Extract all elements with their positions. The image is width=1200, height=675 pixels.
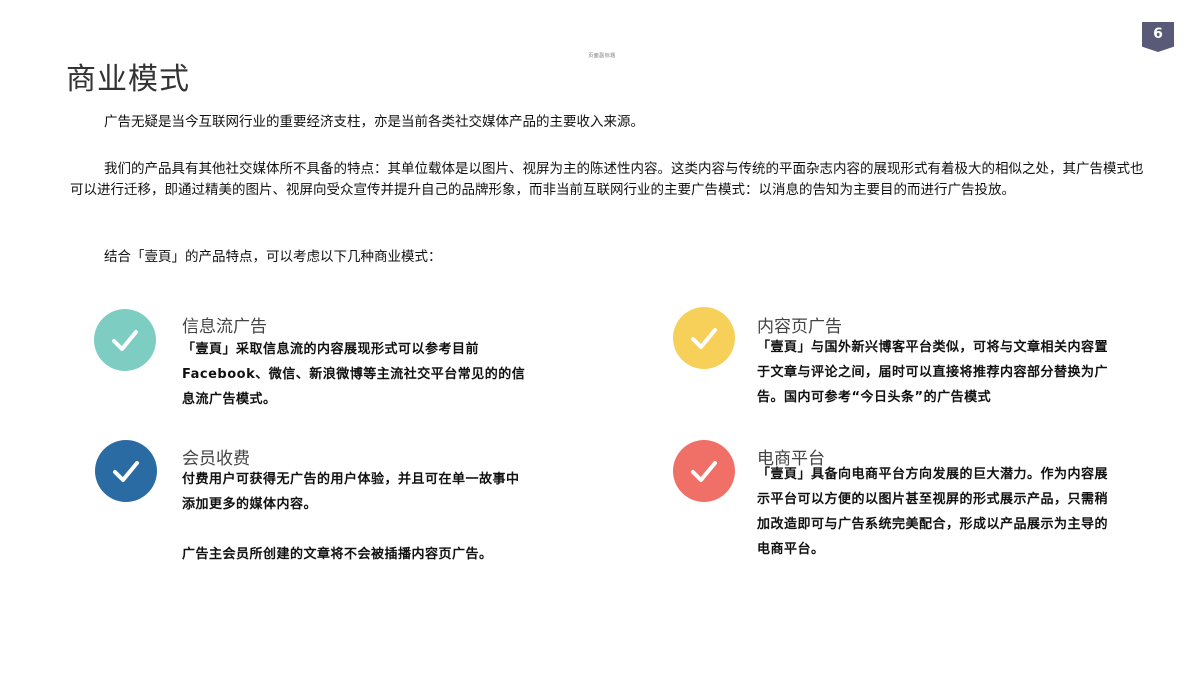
membership-title: 会员收费 <box>182 449 250 469</box>
page-title: 商业模式 <box>66 62 190 97</box>
ecommerce-text: 「壹頁」具备向电商平台方向发展的巨大潜力。作为内容展示平台可以方便的以图片甚至视… <box>757 467 1109 557</box>
check-icon <box>673 440 735 502</box>
content-ads-title: 内容页广告 <box>757 317 842 337</box>
page-number: 6 <box>1153 26 1163 42</box>
lead-in-paragraph: 结合「壹頁」的产品特点，可以考虑以下几种商业模式： <box>104 249 442 265</box>
feature-paragraph: 我们的产品具有其他社交媒体所不具备的特点：其单位载体是以图片、视屏为主的陈述性内… <box>70 161 1144 198</box>
header-watermark: 页面副标题 <box>588 53 616 59</box>
check-icon <box>94 309 156 371</box>
intro-paragraph: 广告无疑是当今互联网行业的重要经济支柱，亦是当前各类社交媒体产品的主要收入来源。 <box>104 114 644 130</box>
membership-text: 付费用户可获得无广告的用户体验，并且可在单一故事中添加更多的媒体内容。 <box>182 472 520 512</box>
page-number-badge: 6 <box>1142 22 1174 52</box>
feed-ads-text: 「壹頁」采取信息流的内容展现形式可以参考目前Facebook、微信、新浪微博等主… <box>182 342 526 407</box>
content-ads-text: 「壹頁」与国外新兴博客平台类似，可将与文章相关内容置于文章与评论之间，届时可以直… <box>757 340 1109 405</box>
check-icon <box>673 307 735 369</box>
membership-extra-text: 广告主会员所创建的文章将不会被插播内容页广告。 <box>182 547 493 562</box>
check-icon <box>95 440 157 502</box>
feed-ads-title: 信息流广告 <box>182 317 267 337</box>
